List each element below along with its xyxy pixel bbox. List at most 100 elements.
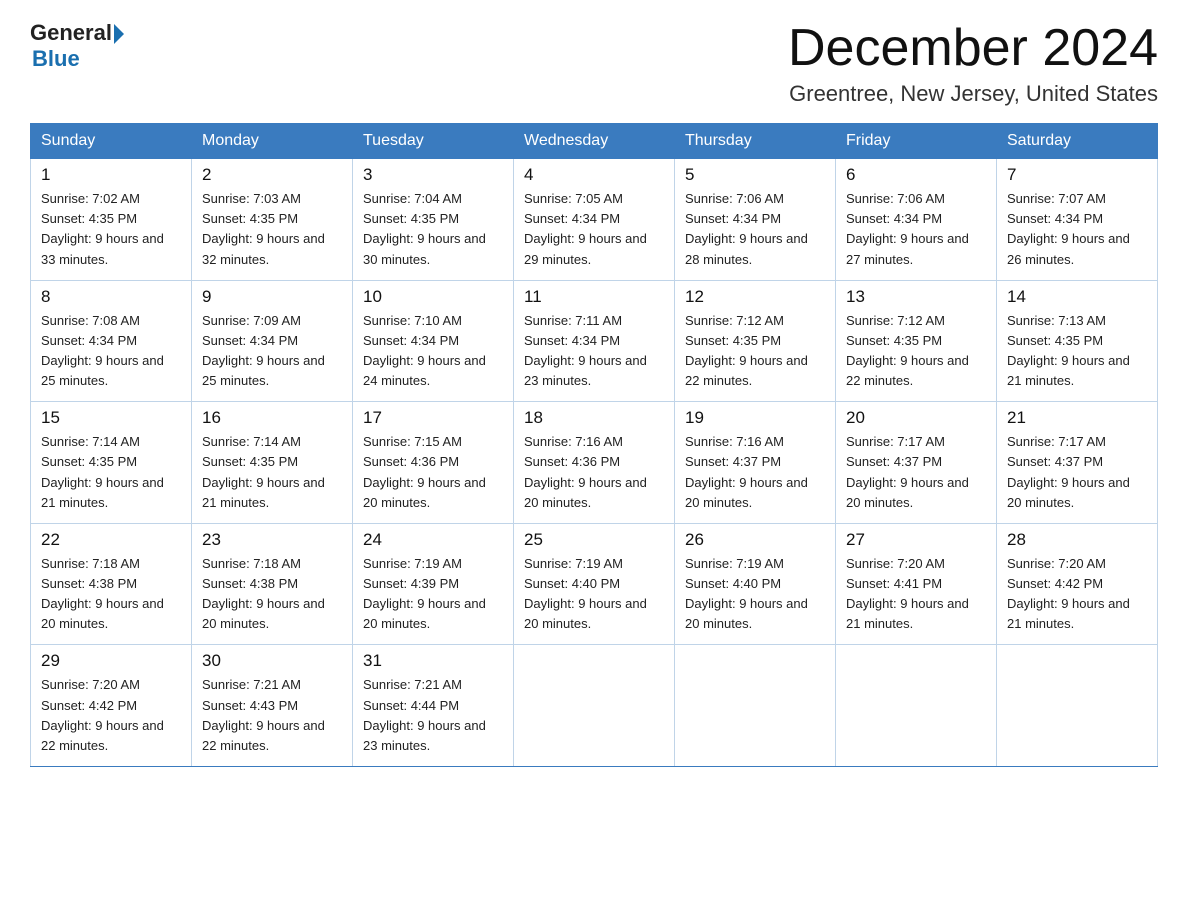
calendar-table: SundayMondayTuesdayWednesdayThursdayFrid… bbox=[30, 123, 1158, 767]
calendar-cell: 4 Sunrise: 7:05 AMSunset: 4:34 PMDayligh… bbox=[514, 159, 675, 281]
calendar-header-row: SundayMondayTuesdayWednesdayThursdayFrid… bbox=[31, 124, 1158, 159]
calendar-cell: 18 Sunrise: 7:16 AMSunset: 4:36 PMDaylig… bbox=[514, 402, 675, 524]
calendar-cell: 21 Sunrise: 7:17 AMSunset: 4:37 PMDaylig… bbox=[997, 402, 1158, 524]
day-number: 17 bbox=[363, 408, 503, 428]
day-info: Sunrise: 7:19 AMSunset: 4:40 PMDaylight:… bbox=[685, 556, 808, 631]
day-info: Sunrise: 7:20 AMSunset: 4:42 PMDaylight:… bbox=[1007, 556, 1130, 631]
calendar-dow-tuesday: Tuesday bbox=[353, 124, 514, 159]
calendar-cell bbox=[836, 645, 997, 767]
calendar-cell: 2 Sunrise: 7:03 AMSunset: 4:35 PMDayligh… bbox=[192, 159, 353, 281]
day-info: Sunrise: 7:18 AMSunset: 4:38 PMDaylight:… bbox=[41, 556, 164, 631]
calendar-cell bbox=[514, 645, 675, 767]
calendar-cell: 16 Sunrise: 7:14 AMSunset: 4:35 PMDaylig… bbox=[192, 402, 353, 524]
day-info: Sunrise: 7:19 AMSunset: 4:40 PMDaylight:… bbox=[524, 556, 647, 631]
calendar-cell: 29 Sunrise: 7:20 AMSunset: 4:42 PMDaylig… bbox=[31, 645, 192, 767]
day-info: Sunrise: 7:18 AMSunset: 4:38 PMDaylight:… bbox=[202, 556, 325, 631]
calendar-cell: 28 Sunrise: 7:20 AMSunset: 4:42 PMDaylig… bbox=[997, 523, 1158, 645]
day-number: 29 bbox=[41, 651, 181, 671]
calendar-cell: 1 Sunrise: 7:02 AMSunset: 4:35 PMDayligh… bbox=[31, 159, 192, 281]
calendar-cell: 22 Sunrise: 7:18 AMSunset: 4:38 PMDaylig… bbox=[31, 523, 192, 645]
title-block: December 2024 Greentree, New Jersey, Uni… bbox=[788, 20, 1158, 107]
calendar-cell: 15 Sunrise: 7:14 AMSunset: 4:35 PMDaylig… bbox=[31, 402, 192, 524]
day-info: Sunrise: 7:05 AMSunset: 4:34 PMDaylight:… bbox=[524, 191, 647, 266]
day-info: Sunrise: 7:15 AMSunset: 4:36 PMDaylight:… bbox=[363, 434, 486, 509]
calendar-cell: 24 Sunrise: 7:19 AMSunset: 4:39 PMDaylig… bbox=[353, 523, 514, 645]
calendar-cell: 25 Sunrise: 7:19 AMSunset: 4:40 PMDaylig… bbox=[514, 523, 675, 645]
calendar-cell: 12 Sunrise: 7:12 AMSunset: 4:35 PMDaylig… bbox=[675, 280, 836, 402]
day-number: 27 bbox=[846, 530, 986, 550]
day-info: Sunrise: 7:17 AMSunset: 4:37 PMDaylight:… bbox=[1007, 434, 1130, 509]
day-number: 9 bbox=[202, 287, 342, 307]
logo-arrow-icon bbox=[114, 24, 124, 44]
location-title: Greentree, New Jersey, United States bbox=[788, 81, 1158, 107]
calendar-cell: 5 Sunrise: 7:06 AMSunset: 4:34 PMDayligh… bbox=[675, 159, 836, 281]
month-title: December 2024 bbox=[788, 20, 1158, 77]
calendar-cell: 17 Sunrise: 7:15 AMSunset: 4:36 PMDaylig… bbox=[353, 402, 514, 524]
day-info: Sunrise: 7:16 AMSunset: 4:36 PMDaylight:… bbox=[524, 434, 647, 509]
day-info: Sunrise: 7:07 AMSunset: 4:34 PMDaylight:… bbox=[1007, 191, 1130, 266]
day-info: Sunrise: 7:21 AMSunset: 4:44 PMDaylight:… bbox=[363, 677, 486, 752]
calendar-cell: 9 Sunrise: 7:09 AMSunset: 4:34 PMDayligh… bbox=[192, 280, 353, 402]
day-number: 19 bbox=[685, 408, 825, 428]
calendar-dow-friday: Friday bbox=[836, 124, 997, 159]
day-number: 30 bbox=[202, 651, 342, 671]
calendar-cell bbox=[997, 645, 1158, 767]
calendar-cell bbox=[675, 645, 836, 767]
calendar-week-row: 29 Sunrise: 7:20 AMSunset: 4:42 PMDaylig… bbox=[31, 645, 1158, 767]
day-info: Sunrise: 7:10 AMSunset: 4:34 PMDaylight:… bbox=[363, 313, 486, 388]
day-info: Sunrise: 7:09 AMSunset: 4:34 PMDaylight:… bbox=[202, 313, 325, 388]
day-info: Sunrise: 7:04 AMSunset: 4:35 PMDaylight:… bbox=[363, 191, 486, 266]
calendar-cell: 19 Sunrise: 7:16 AMSunset: 4:37 PMDaylig… bbox=[675, 402, 836, 524]
day-number: 20 bbox=[846, 408, 986, 428]
day-number: 5 bbox=[685, 165, 825, 185]
logo: General Blue bbox=[30, 20, 124, 72]
day-info: Sunrise: 7:11 AMSunset: 4:34 PMDaylight:… bbox=[524, 313, 647, 388]
day-info: Sunrise: 7:14 AMSunset: 4:35 PMDaylight:… bbox=[41, 434, 164, 509]
day-info: Sunrise: 7:19 AMSunset: 4:39 PMDaylight:… bbox=[363, 556, 486, 631]
day-number: 10 bbox=[363, 287, 503, 307]
day-info: Sunrise: 7:08 AMSunset: 4:34 PMDaylight:… bbox=[41, 313, 164, 388]
day-number: 2 bbox=[202, 165, 342, 185]
calendar-cell: 27 Sunrise: 7:20 AMSunset: 4:41 PMDaylig… bbox=[836, 523, 997, 645]
day-info: Sunrise: 7:16 AMSunset: 4:37 PMDaylight:… bbox=[685, 434, 808, 509]
calendar-dow-thursday: Thursday bbox=[675, 124, 836, 159]
calendar-cell: 13 Sunrise: 7:12 AMSunset: 4:35 PMDaylig… bbox=[836, 280, 997, 402]
calendar-week-row: 8 Sunrise: 7:08 AMSunset: 4:34 PMDayligh… bbox=[31, 280, 1158, 402]
calendar-week-row: 1 Sunrise: 7:02 AMSunset: 4:35 PMDayligh… bbox=[31, 159, 1158, 281]
calendar-cell: 14 Sunrise: 7:13 AMSunset: 4:35 PMDaylig… bbox=[997, 280, 1158, 402]
day-info: Sunrise: 7:21 AMSunset: 4:43 PMDaylight:… bbox=[202, 677, 325, 752]
day-number: 21 bbox=[1007, 408, 1147, 428]
day-number: 1 bbox=[41, 165, 181, 185]
day-info: Sunrise: 7:06 AMSunset: 4:34 PMDaylight:… bbox=[846, 191, 969, 266]
day-info: Sunrise: 7:02 AMSunset: 4:35 PMDaylight:… bbox=[41, 191, 164, 266]
calendar-cell: 8 Sunrise: 7:08 AMSunset: 4:34 PMDayligh… bbox=[31, 280, 192, 402]
day-number: 25 bbox=[524, 530, 664, 550]
day-info: Sunrise: 7:14 AMSunset: 4:35 PMDaylight:… bbox=[202, 434, 325, 509]
day-info: Sunrise: 7:17 AMSunset: 4:37 PMDaylight:… bbox=[846, 434, 969, 509]
day-number: 15 bbox=[41, 408, 181, 428]
day-number: 14 bbox=[1007, 287, 1147, 307]
day-number: 16 bbox=[202, 408, 342, 428]
day-number: 3 bbox=[363, 165, 503, 185]
day-number: 26 bbox=[685, 530, 825, 550]
day-number: 11 bbox=[524, 287, 664, 307]
day-number: 12 bbox=[685, 287, 825, 307]
day-info: Sunrise: 7:20 AMSunset: 4:42 PMDaylight:… bbox=[41, 677, 164, 752]
day-info: Sunrise: 7:12 AMSunset: 4:35 PMDaylight:… bbox=[846, 313, 969, 388]
calendar-cell: 31 Sunrise: 7:21 AMSunset: 4:44 PMDaylig… bbox=[353, 645, 514, 767]
day-number: 23 bbox=[202, 530, 342, 550]
calendar-cell: 7 Sunrise: 7:07 AMSunset: 4:34 PMDayligh… bbox=[997, 159, 1158, 281]
calendar-cell: 20 Sunrise: 7:17 AMSunset: 4:37 PMDaylig… bbox=[836, 402, 997, 524]
logo-general: General bbox=[30, 20, 112, 46]
day-number: 8 bbox=[41, 287, 181, 307]
day-number: 22 bbox=[41, 530, 181, 550]
day-info: Sunrise: 7:06 AMSunset: 4:34 PMDaylight:… bbox=[685, 191, 808, 266]
day-number: 6 bbox=[846, 165, 986, 185]
calendar-dow-sunday: Sunday bbox=[31, 124, 192, 159]
day-info: Sunrise: 7:20 AMSunset: 4:41 PMDaylight:… bbox=[846, 556, 969, 631]
calendar-cell: 3 Sunrise: 7:04 AMSunset: 4:35 PMDayligh… bbox=[353, 159, 514, 281]
day-number: 13 bbox=[846, 287, 986, 307]
day-number: 28 bbox=[1007, 530, 1147, 550]
calendar-week-row: 15 Sunrise: 7:14 AMSunset: 4:35 PMDaylig… bbox=[31, 402, 1158, 524]
calendar-week-row: 22 Sunrise: 7:18 AMSunset: 4:38 PMDaylig… bbox=[31, 523, 1158, 645]
